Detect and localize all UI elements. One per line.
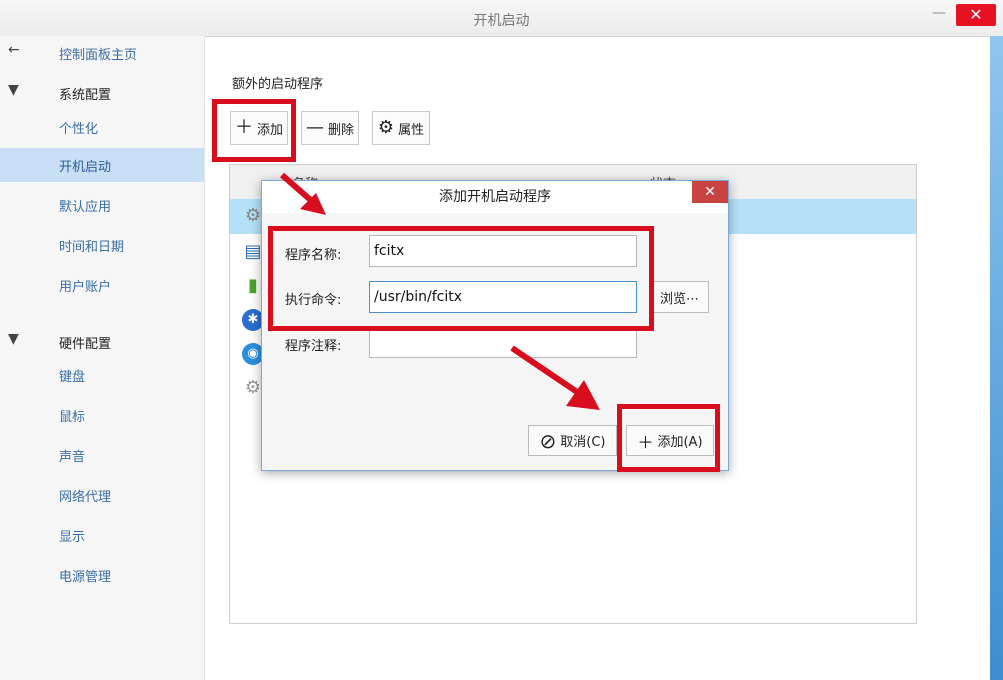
add-startup-dialog: 添加开机启动程序 ✕ 程序名称: 执行命令: 浏览⋯ 程序注释: ⊘ 取消(C)…	[261, 180, 729, 471]
delete-button[interactable]: — 删除	[301, 111, 359, 145]
collapse-triangle-icon: ▼	[8, 331, 19, 347]
sidebar-item-mouse[interactable]: 鼠标	[0, 398, 204, 432]
add-button[interactable]: ＋ 添加	[230, 111, 288, 145]
sidebar-group-hardware[interactable]: ▼ 硬件配置	[0, 325, 204, 359]
command-input[interactable]	[369, 281, 637, 313]
sidebar-item-datetime[interactable]: 时间和日期	[0, 228, 204, 262]
gear-icon: ⚙	[377, 117, 395, 138]
sidebar-item-display[interactable]: 显示	[0, 518, 204, 552]
sidebar-group-system[interactable]: ▼ 系统配置	[0, 76, 204, 110]
sidebar-item-startup[interactable]: 开机启动	[0, 148, 204, 182]
title-bar[interactable]: 开机启动 — ✕	[0, 0, 1003, 37]
plus-icon: ＋	[234, 117, 253, 138]
program-name-input[interactable]	[369, 235, 637, 267]
window-title: 开机启动	[473, 13, 530, 29]
control-panel-window: 开机启动 — ✕ ← 控制面板主页 ▼ 系统配置 个性化 开机启动 默认应用 时…	[0, 0, 1003, 680]
sidebar-item-power[interactable]: 电源管理	[0, 558, 204, 592]
sidebar-item-accounts[interactable]: 用户账户	[0, 268, 204, 302]
confirm-add-button[interactable]: ＋ 添加(A)	[626, 425, 714, 456]
command-label: 执行命令:	[285, 293, 342, 308]
plus-icon: ＋	[637, 432, 654, 452]
browse-button[interactable]: 浏览⋯	[650, 281, 709, 313]
program-name-label: 程序名称:	[285, 248, 342, 263]
back-arrow-icon: ←	[8, 42, 20, 58]
sidebar-item-sound[interactable]: 声音	[0, 438, 204, 472]
dialog-close-button[interactable]: ✕	[692, 181, 728, 203]
sidebar-item-default-apps[interactable]: 默认应用	[0, 188, 204, 222]
cancel-circle-icon: ⊘	[539, 428, 557, 453]
dialog-title: 添加开机启动程序	[262, 181, 728, 213]
comment-label: 程序注释:	[285, 339, 342, 354]
minus-icon: —	[305, 117, 324, 138]
desktop-background	[990, 36, 1003, 680]
close-button[interactable]: ✕	[956, 4, 996, 26]
section-title: 额外的启动程序	[232, 77, 324, 92]
properties-button[interactable]: ⚙ 属性	[372, 111, 430, 145]
sidebar-item-personalize[interactable]: 个性化	[0, 110, 204, 144]
cancel-button[interactable]: ⊘ 取消(C)	[528, 425, 617, 456]
sidebar-item-home[interactable]: ← 控制面板主页	[0, 36, 204, 70]
sidebar: ← 控制面板主页 ▼ 系统配置 个性化 开机启动 默认应用 时间和日期 用户账户…	[0, 36, 205, 680]
comment-input[interactable]	[369, 328, 637, 358]
sidebar-item-keyboard[interactable]: 键盘	[0, 358, 204, 392]
collapse-triangle-icon: ▼	[8, 82, 19, 98]
minimize-button[interactable]: —	[930, 6, 948, 24]
sidebar-item-proxy[interactable]: 网络代理	[0, 478, 204, 512]
